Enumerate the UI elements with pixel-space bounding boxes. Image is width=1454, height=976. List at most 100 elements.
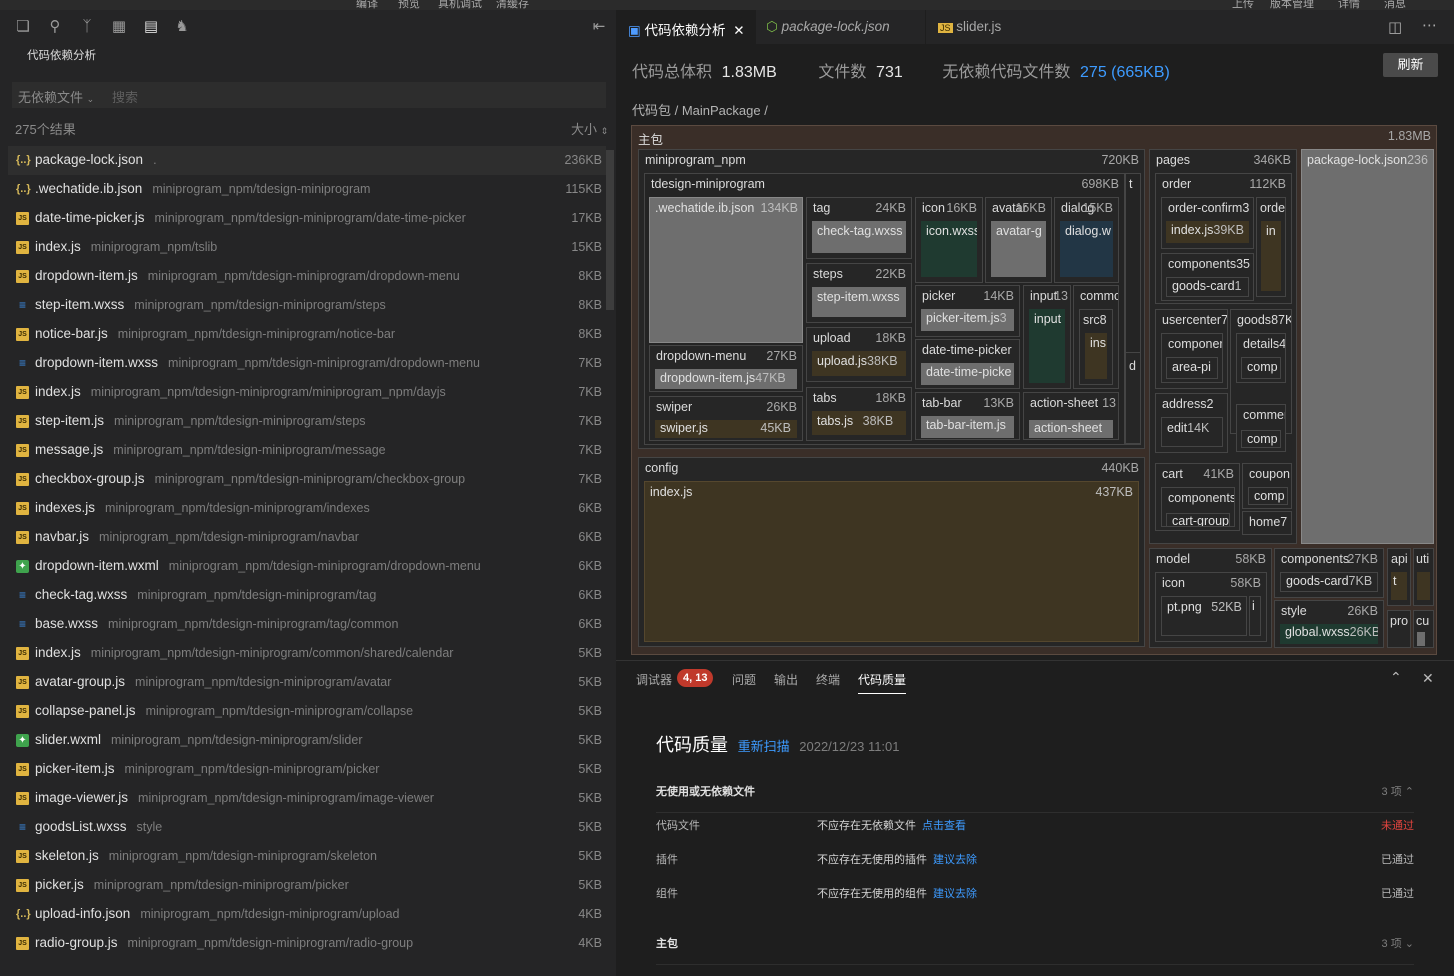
- file-row[interactable]: JS notice-bar.js miniprogram_npm/tdesign-m…: [8, 320, 606, 349]
- treemap-picker-item[interactable]: picker-item.js3: [921, 309, 1014, 331]
- analysis-icon[interactable]: ▤: [142, 18, 160, 36]
- menu-details[interactable]: 详情: [1338, 0, 1360, 10]
- nodep-count-value[interactable]: 275 (665KB): [1080, 64, 1170, 81]
- treemap-area-picker[interactable]: area-pi: [1166, 357, 1218, 379]
- file-row[interactable]: JS index.js miniprogram_npm/tdesign-minipr…: [8, 378, 606, 407]
- menu-messages[interactable]: 消息: [1384, 0, 1406, 10]
- collapse-panel-icon[interactable]: ⇤: [590, 18, 608, 36]
- treemap-goods-card-a[interactable]: goods-card1: [1166, 277, 1249, 297]
- treemap-ins[interactable]: ins: [1085, 333, 1107, 379]
- treemap-check-tag[interactable]: check-tag.wxss: [812, 221, 906, 253]
- sort-by-size[interactable]: 大小 ⇕: [571, 119, 608, 138]
- quality-row-link[interactable]: 建议去除: [933, 851, 977, 867]
- file-row[interactable]: JS message.js miniprogram_npm/tdesign-mini…: [8, 436, 606, 465]
- menu-upload[interactable]: 上传: [1232, 0, 1254, 10]
- file-row[interactable]: {..} .wechatide.ib.json miniprogram_npm/td…: [8, 175, 606, 204]
- menu-preview[interactable]: 预览: [398, 0, 420, 10]
- treemap-uti-leaf[interactable]: [1417, 572, 1430, 600]
- treemap-upload-js[interactable]: upload.js38KB: [812, 351, 906, 376]
- file-row[interactable]: JS radio-group.js miniprogram_npm/tdesign-…: [8, 929, 606, 958]
- treemap-goods-card-b[interactable]: goods-card7KB: [1280, 572, 1378, 592]
- search-input[interactable]: 搜索: [112, 87, 138, 106]
- quality-row-link[interactable]: 建议去除: [933, 885, 977, 901]
- treemap-pt-png[interactable]: pt.png 52KB: [1161, 596, 1247, 636]
- file-row[interactable]: JS collapse-panel.js miniprogram_npm/tdesi…: [8, 697, 606, 726]
- file-row[interactable]: ≡ step-item.wxss miniprogram_npm/tdesign-m…: [8, 291, 606, 320]
- file-row[interactable]: JS index.js miniprogram_npm/tdesign-minipr…: [8, 639, 606, 668]
- treemap-tabs-js[interactable]: tabs.js 38KB: [812, 411, 906, 435]
- search-icon[interactable]: ⚲: [46, 18, 64, 36]
- treemap-address-edit[interactable]: edit14K: [1161, 417, 1223, 447]
- treemap-cart-group[interactable]: cart-group: [1166, 513, 1230, 527]
- treemap-details-comp[interactable]: comp: [1241, 357, 1281, 379]
- treemap-pro[interactable]: pro: [1387, 610, 1411, 648]
- file-row[interactable]: JS dropdown-item.js miniprogram_npm/tdesig…: [8, 262, 606, 291]
- docker-icon[interactable]: ♞: [173, 18, 191, 36]
- treemap-dropdown-item[interactable]: dropdown-item.js47KB: [655, 369, 797, 389]
- file-row[interactable]: JS navbar.js miniprogram_npm/tdesign-minip…: [8, 523, 606, 552]
- treemap-global-wxss[interactable]: global.wxss26KB: [1280, 624, 1378, 644]
- treemap-step-item[interactable]: step-item.wxss: [812, 287, 906, 317]
- menu-compile[interactable]: 编译: [356, 0, 378, 10]
- tab-terminal[interactable]: 终端: [816, 671, 840, 688]
- treemap-dialog-wxss[interactable]: dialog.w: [1060, 221, 1113, 277]
- treemap-d[interactable]: d: [1125, 352, 1141, 444]
- file-row[interactable]: JS date-time-picker.js miniprogram_npm/tde…: [8, 204, 606, 233]
- source-control-icon[interactable]: ᛉ: [78, 18, 96, 36]
- file-row[interactable]: JS step-item.js miniprogram_npm/tdesign-mi…: [8, 407, 606, 436]
- tab-slider-js[interactable]: JS slider.js: [926, 10, 1046, 44]
- file-row[interactable]: JS picker.js miniprogram_npm/tdesign-minip…: [8, 871, 606, 900]
- treemap-coupon-comp[interactable]: comp: [1248, 487, 1288, 505]
- treemap-config-index-js[interactable]: index.js 437KB: [644, 481, 1139, 642]
- treemap-cu-leaf[interactable]: [1417, 632, 1425, 646]
- tab-problems[interactable]: 问题: [732, 671, 756, 688]
- scrollbar[interactable]: [606, 150, 614, 310]
- quality-row-link[interactable]: 点击查看: [922, 817, 966, 833]
- tab-debugger[interactable]: 调试器: [636, 671, 672, 688]
- split-editor-icon[interactable]: ◫: [1388, 18, 1402, 36]
- file-row[interactable]: JS indexes.js miniprogram_npm/tdesign-mini…: [8, 494, 606, 523]
- treemap-input-leaf[interactable]: input: [1029, 309, 1065, 383]
- close-panel-icon[interactable]: ✕: [1422, 670, 1434, 687]
- file-row[interactable]: JS checkbox-group.js miniprogram_npm/tdesi…: [8, 465, 606, 494]
- tab-output[interactable]: 输出: [774, 671, 798, 688]
- treemap-icon-wxss[interactable]: icon.wxss: [921, 221, 977, 277]
- extensions-icon[interactable]: ▦: [110, 18, 128, 36]
- treemap-commen-comp[interactable]: comp: [1241, 430, 1281, 448]
- treemap-swiper-js[interactable]: swiper.js 45KB: [655, 420, 797, 438]
- treemap-package-lock[interactable]: package-lock.json236: [1301, 149, 1434, 544]
- tab-code-quality[interactable]: 代码质量: [858, 671, 907, 694]
- filter-select[interactable]: 无依赖文件 ⌄: [18, 87, 94, 106]
- tab-package-lock[interactable]: ⬡ package-lock.json: [756, 10, 926, 44]
- breadcrumb[interactable]: 代码包 / MainPackage /: [632, 100, 768, 119]
- treemap-home[interactable]: home7: [1242, 511, 1292, 535]
- treemap-date-time-picker-leaf[interactable]: date-time-picke: [921, 363, 1014, 385]
- section-main-package[interactable]: 主包 3 项 ⌄: [656, 935, 1414, 965]
- tab-dependency-analysis[interactable]: ▣ 代码依赖分析 ✕: [616, 10, 756, 44]
- refresh-button[interactable]: 刷新: [1383, 53, 1438, 77]
- file-row[interactable]: {..} package-lock.json. 236KB: [8, 146, 606, 175]
- file-row[interactable]: JS image-viewer.js miniprogram_npm/tdesign…: [8, 784, 606, 813]
- file-row[interactable]: JS index.js miniprogram_npm/tslib 15KB: [8, 233, 606, 262]
- rescan-link[interactable]: 重新扫描: [738, 739, 790, 754]
- more-icon[interactable]: ⋯: [1422, 16, 1437, 34]
- file-row[interactable]: JS avatar-group.js miniprogram_npm/tdesign…: [8, 668, 606, 697]
- section-unused-files[interactable]: 无使用或无依赖文件 3 项 ⌃: [656, 783, 1414, 813]
- treemap-order-confirm-index[interactable]: index.js39KB: [1166, 221, 1249, 243]
- treemap-tab-bar-item[interactable]: tab-bar-item.js: [921, 416, 1014, 438]
- file-row[interactable]: ≡ check-tag.wxss miniprogram_npm/tdesign-m…: [8, 581, 606, 610]
- treemap-action-sheet-leaf[interactable]: action-sheet: [1029, 420, 1113, 438]
- treemap-wechatide[interactable]: .wechatide.ib.json 134KB: [649, 197, 803, 343]
- file-row[interactable]: JS skeleton.js miniprogram_npm/tdesign-min…: [8, 842, 606, 871]
- treemap-api-t[interactable]: t: [1391, 572, 1407, 600]
- treemap-model-icon-i[interactable]: i: [1249, 596, 1261, 636]
- file-row[interactable]: ✦ dropdown-item.wxml miniprogram_npm/tdesi…: [8, 552, 606, 581]
- files-icon[interactable]: ❏: [14, 18, 32, 36]
- file-row[interactable]: ≡ goodsList.wxss style 5KB: [8, 813, 606, 842]
- menu-debug[interactable]: 真机调试: [438, 0, 482, 10]
- treemap-avatar-group[interactable]: avatar-g: [991, 221, 1046, 277]
- file-row[interactable]: {..} upload-info.json miniprogram_npm/tdes…: [8, 900, 606, 929]
- file-row[interactable]: ✦ slider.wxml miniprogram_npm/tdesign-mini…: [8, 726, 606, 755]
- chevron-up-icon[interactable]: ⌃: [1390, 669, 1402, 686]
- treemap-orde-leaf[interactable]: in: [1261, 221, 1281, 291]
